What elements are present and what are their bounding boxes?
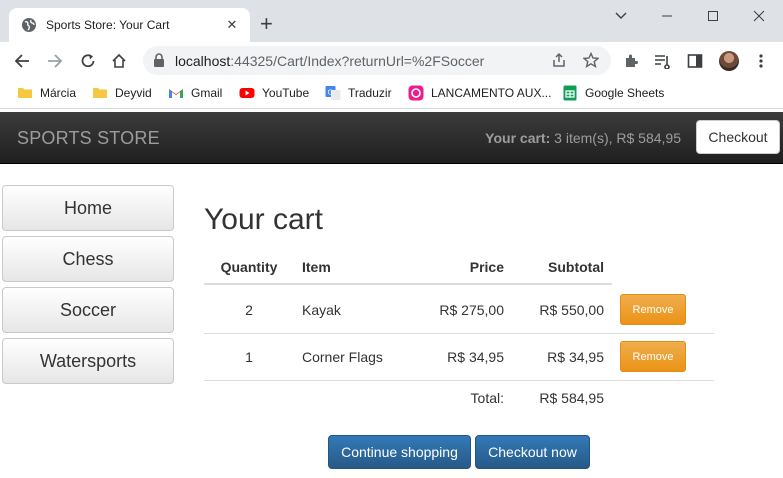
globe-icon	[22, 18, 36, 32]
bookmark-youtube[interactable]: YouTube	[239, 85, 309, 101]
url-path: :44325/Cart/Index?returnUrl=%2FSoccer	[230, 53, 485, 69]
extensions-icon[interactable]	[622, 52, 640, 70]
side-panel-icon[interactable]	[686, 52, 704, 70]
table-row: 2 Kayak R$ 275,00 R$ 550,00 Remove	[204, 287, 714, 334]
header-quantity: Quantity	[220, 259, 278, 275]
remove-button[interactable]: Remove	[620, 341, 686, 372]
address-bar[interactable]: localhost:44325/Cart/Index?returnUrl=%2F…	[143, 46, 611, 75]
browser-toolbar: localhost:44325/Cart/Index?returnUrl=%2F…	[0, 42, 783, 79]
total-value: R$ 584,95	[539, 390, 604, 406]
star-icon[interactable]	[583, 52, 599, 68]
translate-icon: G	[325, 86, 341, 100]
reload-icon[interactable]	[77, 50, 99, 72]
svg-text:G: G	[328, 89, 333, 97]
category-chess[interactable]: Chess	[2, 236, 174, 282]
remove-button[interactable]: Remove	[620, 294, 686, 325]
app-icon	[408, 85, 424, 101]
cart-summary-value: 3 item(s), R$ 584,95	[554, 130, 681, 146]
lock-icon[interactable]	[153, 53, 165, 67]
minimize-icon[interactable]	[656, 6, 678, 26]
close-tab-icon[interactable]: ✕	[224, 17, 240, 33]
category-watersports[interactable]: Watersports	[2, 338, 174, 384]
share-icon[interactable]	[551, 52, 567, 68]
youtube-icon	[239, 88, 255, 98]
bookmark-deyvid[interactable]: Deyvid	[92, 85, 152, 101]
bookmark-label: Google Sheets	[585, 86, 665, 100]
browser-tab[interactable]: Sports Store: Your Cart ✕	[9, 8, 250, 42]
back-icon[interactable]	[11, 50, 33, 72]
reading-list-icon[interactable]	[654, 52, 672, 70]
bookmark-label: Deyvid	[115, 86, 152, 100]
brand-link[interactable]: SPORTS STORE	[17, 128, 160, 149]
new-tab-button[interactable]: +	[260, 13, 273, 35]
gmail-icon	[169, 89, 183, 98]
row-subtotal: R$ 550,00	[539, 302, 604, 318]
continue-shopping-button[interactable]: Continue shopping	[328, 435, 471, 469]
bookmark-label: Gmail	[191, 86, 223, 100]
bookmark-marcia[interactable]: Márcia	[17, 85, 76, 101]
forward-icon[interactable]	[44, 50, 66, 72]
category-soccer[interactable]: Soccer	[2, 287, 174, 333]
row-quantity: 1	[245, 349, 253, 365]
profile-avatar[interactable]	[719, 51, 739, 71]
bookmark-label: Márcia	[40, 86, 77, 100]
menu-icon[interactable]	[752, 52, 770, 70]
folder-icon	[93, 88, 107, 98]
cart-actions: Continue shopping Checkout now	[328, 435, 590, 469]
tab-title: Sports Store: Your Cart	[46, 18, 170, 32]
row-quantity: 2	[245, 302, 253, 318]
cart-summary: Your cart: 3 item(s), R$ 584,95	[485, 130, 681, 146]
sheets-icon	[563, 85, 577, 101]
total-row: Total: R$ 584,95	[204, 381, 612, 417]
browser-tabstrip: Sports Store: Your Cart ✕ +	[0, 0, 783, 42]
category-home[interactable]: Home	[2, 185, 174, 231]
bookmark-google-sheets[interactable]: Google Sheets	[562, 85, 664, 101]
bookmark-lancamento[interactable]: LANCAMENTO AUX...	[408, 85, 551, 101]
bookmark-label: Traduzir	[348, 86, 392, 100]
bookmark-traduzir[interactable]: G Traduzir	[325, 85, 392, 101]
tab-search-icon[interactable]	[610, 6, 632, 26]
checkout-button[interactable]: Checkout	[696, 120, 780, 154]
table-row: 1 Corner Flags R$ 34,95 R$ 34,95 Remove	[204, 334, 714, 381]
bookmarks-bar: Márcia Deyvid Gmail YouTube G Traduzir L…	[0, 79, 783, 109]
window-close-icon[interactable]	[748, 6, 770, 26]
row-price: R$ 34,95	[447, 349, 504, 365]
header-subtotal: Subtotal	[548, 259, 604, 275]
folder-icon	[18, 88, 32, 98]
cart-summary-label: Your cart:	[485, 130, 551, 146]
bookmark-label: YouTube	[262, 86, 310, 100]
total-label: Total:	[470, 390, 504, 406]
home-icon[interactable]	[108, 50, 130, 72]
checkout-now-button[interactable]: Checkout now	[475, 435, 590, 469]
bookmark-label: LANCAMENTO AUX...	[431, 86, 552, 100]
row-subtotal: R$ 34,95	[547, 349, 604, 365]
url-text: localhost:44325/Cart/Index?returnUrl=%2F…	[175, 53, 484, 69]
category-nav: Home Chess Soccer Watersports	[2, 185, 174, 389]
site-navbar: SPORTS STORE Your cart: 3 item(s), R$ 58…	[0, 112, 783, 164]
header-price: Price	[469, 259, 504, 275]
page-title: Your cart	[204, 203, 323, 236]
maximize-icon[interactable]	[702, 6, 724, 26]
bookmark-gmail[interactable]: Gmail	[168, 85, 222, 101]
table-header: Quantity Item Price Subtotal	[204, 250, 612, 285]
url-host: localhost	[175, 53, 231, 69]
row-price: R$ 275,00	[439, 302, 504, 318]
